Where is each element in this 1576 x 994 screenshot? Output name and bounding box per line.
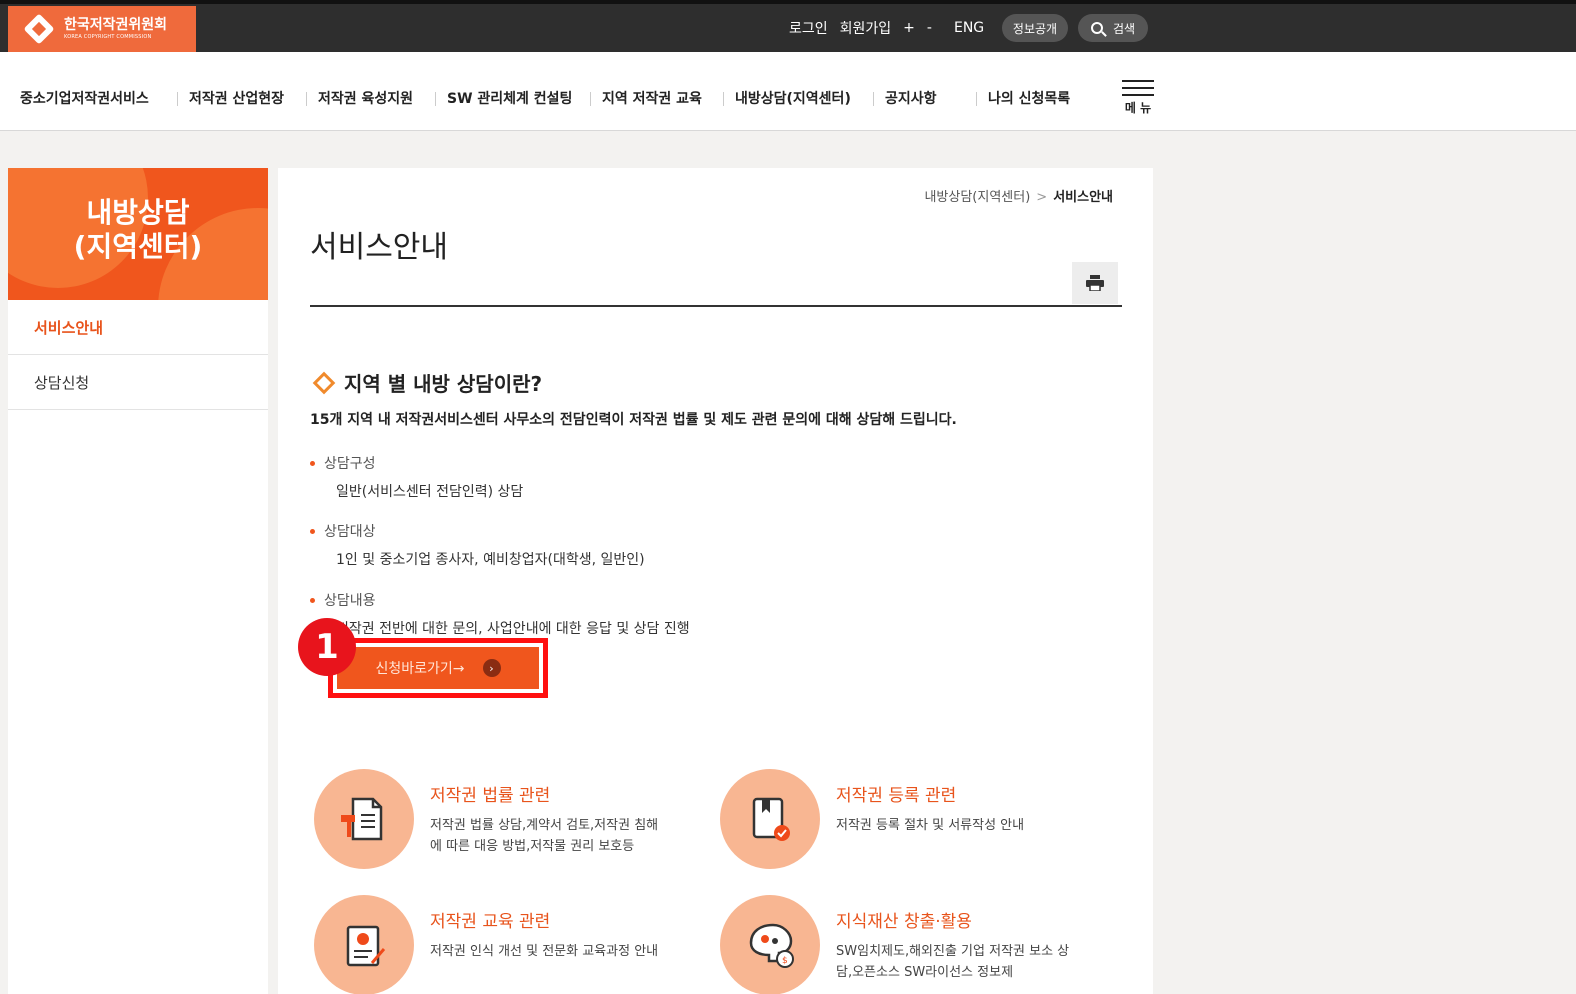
search-icon — [1090, 22, 1103, 34]
hamburger-menu-button[interactable]: 메 뉴 — [1122, 80, 1154, 116]
section-heading: 지역 별 내방 상담이란? — [310, 368, 542, 397]
card-title: 지식재산 창출·활용 — [836, 912, 972, 932]
info-value: 1인 및 중소기업 종사자, 예비창업자(대학생, 일반인) — [336, 552, 645, 568]
registration-book-icon — [720, 769, 820, 869]
info-block-content: 상담내용 저작권 전반에 대한 문의, 사업안내에 대한 응답 및 상담 진행 — [310, 590, 690, 638]
printer-icon — [1086, 275, 1104, 291]
apply-label: 신청바로가기→ — [375, 661, 465, 677]
search-label: 검색 — [1112, 21, 1136, 36]
card-title: 저작권 등록 관련 — [836, 786, 957, 806]
card-title: 저작권 교육 관련 — [430, 912, 551, 932]
apply-shortcut-button[interactable]: 신청바로가기→ › — [337, 647, 539, 689]
login-link[interactable]: 로그인 — [789, 18, 828, 38]
top-bar: 한국저작권위원회 KOREA COPYRIGHT COMMISSION 로그인 … — [0, 0, 1576, 52]
search-button[interactable]: 검색 — [1078, 14, 1148, 42]
service-card-education: 저작권 교육 관련 저작권 인식 개선 및 전문화 교육과정 안내 — [314, 895, 694, 994]
nav-item-education[interactable]: 지역 저작권 교육 — [602, 88, 702, 108]
nav-item-sw-consulting[interactable]: SW 관리체계 컨설팅 — [447, 88, 572, 108]
sidebar-item-service-info[interactable]: 서비스안내 — [8, 300, 268, 355]
sidebar-title-line1: 내방상담 — [86, 196, 190, 229]
info-block-composition: 상담구성 일반(서비스센터 전담인력) 상담 — [310, 453, 523, 501]
sidebar-menu: 서비스안내 상담신청 — [8, 300, 268, 994]
lead-text: 15개 지역 내 저작권서비스센터 사무소의 전담인력이 저작권 법률 및 제도… — [310, 412, 957, 428]
card-title: 저작권 법률 관련 — [430, 786, 551, 806]
ip-brain-icon: $ — [720, 895, 820, 994]
zoom-in-button[interactable]: + — [903, 20, 915, 36]
logo-mark-icon — [22, 12, 56, 46]
site-logo[interactable]: 한국저작권위원회 KOREA COPYRIGHT COMMISSION — [8, 6, 196, 52]
info-value: 저작권 전반에 대한 문의, 사업안내에 대한 응답 및 상담 진행 — [336, 621, 690, 637]
education-certificate-icon — [314, 895, 414, 994]
main-content: 내방상담(지역센터) > 서비스안내 서비스안내 지역 별 내방 상담이란? 15개… — [278, 168, 1153, 994]
menu-icon — [1122, 80, 1154, 82]
nav-item-notice[interactable]: 공지사항 — [885, 88, 937, 108]
nav-item-my-applications[interactable]: 나의 신청목록 — [988, 88, 1070, 108]
info-disclosure-button[interactable]: 정보공개 — [1002, 14, 1068, 42]
service-card-legal: 저작권 법률 관련 저작권 법률 상담,계약서 검토,저작권 침해에 따른 대응… — [314, 769, 694, 879]
card-description: SW임치제도,해외진출 기업 저작권 보소 상담,오픈소스 SW라이선스 정보제 — [836, 944, 1070, 980]
service-card-ip: $ 지식재산 창출·활용 SW임치제도,해외진출 기업 저작권 보소 상담,오픈… — [720, 895, 1100, 994]
legal-document-icon — [314, 769, 414, 869]
main-nav: 중소기업저작권서비스 저작권 산업현장 저작권 육성지원 SW 관리체계 컨설팅… — [0, 52, 1576, 131]
info-key: 상담구성 — [324, 456, 376, 472]
svg-text:$: $ — [782, 956, 788, 966]
sidebar-item-apply[interactable]: 상담신청 — [8, 355, 268, 410]
chevron-right-icon: › — [482, 659, 501, 677]
section-title: 지역 별 내방 상담이란? — [344, 372, 543, 396]
zoom-out-button[interactable]: - — [927, 20, 932, 36]
service-card-registration: 저작권 등록 관련 저작권 등록 절차 및 서류작성 안내 — [720, 769, 1100, 879]
step-badge: 1 — [298, 618, 356, 676]
sidebar-title-line2: (지역센터) — [73, 230, 203, 263]
nav-item-industry[interactable]: 저작권 산업현장 — [189, 88, 284, 108]
title-divider — [310, 305, 1122, 307]
info-value: 일반(서비스센터 전담인력) 상담 — [336, 484, 524, 500]
diamond-bullet-icon — [312, 371, 336, 394]
print-button[interactable] — [1072, 262, 1118, 304]
page-title: 서비스안내 — [310, 230, 448, 265]
breadcrumb-current: 서비스안내 — [1053, 190, 1113, 205]
logo-title: 한국저작권위원회 — [64, 17, 168, 33]
nav-item-support[interactable]: 저작권 육성지원 — [318, 88, 413, 108]
english-link[interactable]: ENG — [954, 20, 984, 36]
menu-label: 메 뉴 — [1124, 101, 1152, 115]
nav-item-visit-consult[interactable]: 내방상담(지역센터) — [735, 88, 851, 108]
breadcrumb: 내방상담(지역센터) > 서비스안내 — [924, 190, 1113, 205]
card-description: 저작권 등록 절차 및 서류작성 안내 — [836, 818, 1025, 833]
card-description: 저작권 법률 상담,계약서 검토,저작권 침해에 따른 대응 방법,저작물 권리… — [430, 818, 659, 854]
sidebar-header: 내방상담 (지역센터) — [8, 168, 268, 300]
logo-subtitle: KOREA COPYRIGHT COMMISSION — [64, 34, 152, 40]
nav-item-sme-service[interactable]: 중소기업저작권서비스 — [20, 88, 149, 108]
card-description: 저작권 인식 개선 및 전문화 교육과정 안내 — [430, 944, 659, 959]
utility-links: 로그인 회원가입 + - ENG — [789, 4, 996, 52]
breadcrumb-parent[interactable]: 내방상담(지역센터) — [924, 190, 1030, 205]
info-block-target: 상담대상 1인 및 중소기업 종사자, 예비창업자(대학생, 일반인) — [310, 521, 645, 569]
info-key: 상담내용 — [324, 593, 376, 609]
signup-link[interactable]: 회원가입 — [840, 18, 892, 38]
info-key: 상담대상 — [324, 524, 376, 540]
apply-highlight-box: 신청바로가기→ › — [328, 638, 548, 698]
